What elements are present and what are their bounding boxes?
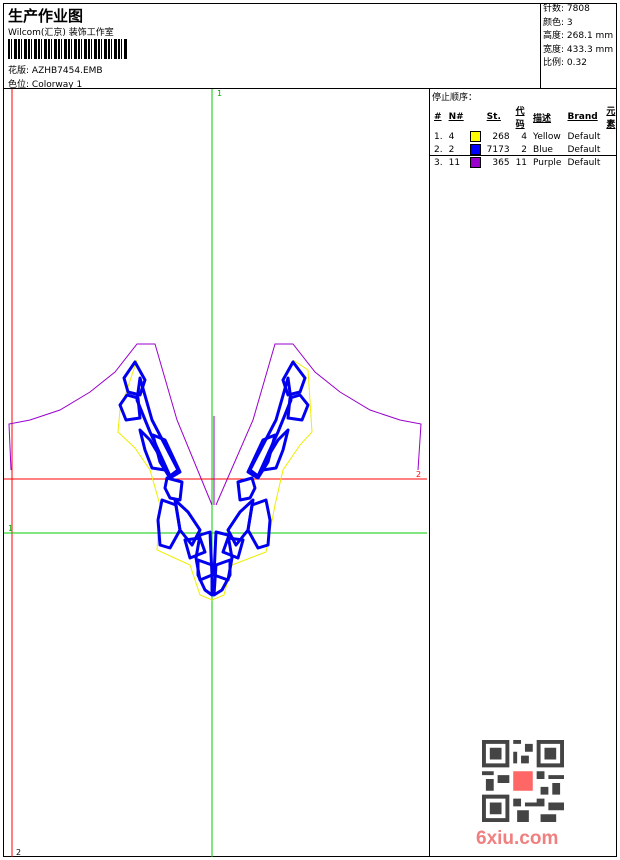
- stat-height: 高度: 268.1 mm: [543, 31, 614, 41]
- stats-box: 针数: 7808 颜色: 3 高度: 268.1 mm 宽度: 433.3 mm…: [540, 3, 618, 89]
- color-swatch-yellow: [469, 131, 481, 142]
- table-row: 1. 4 268 4 Yellow Default: [434, 131, 601, 142]
- watermark-logo: 6xiu.com: [476, 828, 559, 849]
- table-header: # N# St. 代码 描述 Brand 元素: [434, 107, 616, 130]
- guide-label-bottom: 2: [16, 848, 21, 857]
- barcode: [8, 39, 128, 59]
- production-worksheet: 生产作业图 Wilcom(汇京) 装饰工作室 花版: AZHB7454.EMB …: [0, 0, 620, 860]
- stat-colors: 颜色: 3: [543, 17, 573, 28]
- guide-label-top: 1: [217, 89, 222, 98]
- purple-outline: [8, 343, 422, 506]
- page-title: 生产作业图: [8, 7, 84, 25]
- design-value: AZHB7454.EMB: [31, 66, 103, 76]
- stat-scale: 比例: 0.32: [543, 58, 587, 68]
- color-swatch-blue: [469, 144, 481, 155]
- qr-code: [482, 740, 564, 822]
- guide-label-left: 1: [8, 524, 13, 533]
- company-name: Wilcom(汇京) 装饰工作室: [8, 28, 114, 38]
- design-canvas: 1 1 2 2: [4, 89, 427, 857]
- stat-width: 宽度: 433.3 mm: [543, 44, 614, 55]
- stat-stitches: 针数: 7808: [543, 4, 590, 14]
- stop-sequence-table: # N# St. 代码 描述 Brand 元素 1. 4 268 4 Yellow Defau…: [431, 104, 618, 169]
- table-row: 3. 11 365 11 Purple Default: [434, 157, 601, 168]
- guide-label-right: 2: [416, 470, 421, 479]
- panel-divider: [430, 155, 617, 156]
- design-label: 花版:: [8, 66, 30, 76]
- design-file: 花版: AZHB7454.EMB: [8, 63, 103, 76]
- header: 生产作业图 Wilcom(汇京) 装饰工作室 花版: AZHB7454.EMB …: [3, 3, 618, 90]
- color-swatch-purple: [469, 157, 481, 168]
- stop-sequence-title: 停止顺序：: [432, 93, 478, 103]
